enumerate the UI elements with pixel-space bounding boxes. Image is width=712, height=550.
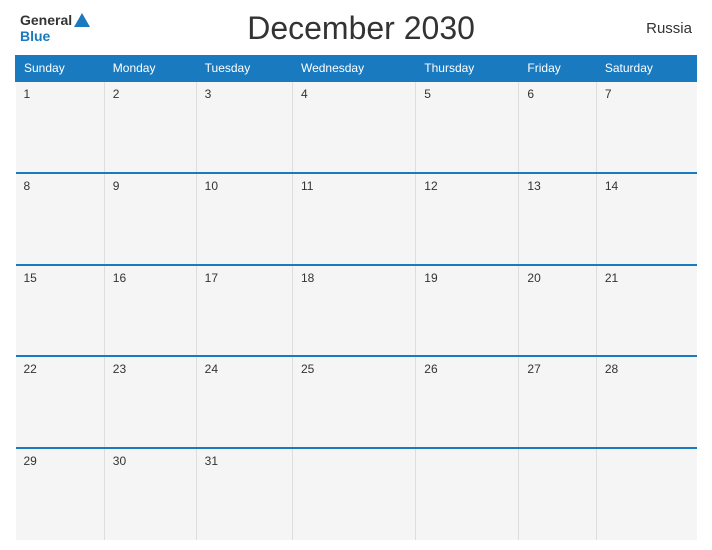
country-label: Russia (632, 20, 692, 37)
table-row: 8 9 10 11 12 13 14 (16, 173, 697, 265)
header-friday: Friday (519, 56, 596, 82)
day-cell (519, 448, 596, 540)
header-tuesday: Tuesday (196, 56, 292, 82)
table-row: 29 30 31 (16, 448, 697, 540)
day-cell: 30 (104, 448, 196, 540)
header-sunday: Sunday (16, 56, 105, 82)
day-cell (292, 448, 415, 540)
day-cell: 31 (196, 448, 292, 540)
day-cell: 9 (104, 173, 196, 265)
header-saturday: Saturday (596, 56, 696, 82)
day-cell: 14 (596, 173, 696, 265)
logo: General Blue (20, 13, 90, 44)
table-row: 15 16 17 18 19 20 21 (16, 265, 697, 357)
day-cell: 18 (292, 265, 415, 357)
day-cell: 5 (416, 81, 519, 173)
day-cell: 3 (196, 81, 292, 173)
day-cell: 6 (519, 81, 596, 173)
month-title: December 2030 (247, 10, 475, 47)
day-cell: 7 (596, 81, 696, 173)
logo-general: General (20, 13, 72, 28)
weekday-header-row: Sunday Monday Tuesday Wednesday Thursday… (16, 56, 697, 82)
table-row: 1 2 3 4 5 6 7 (16, 81, 697, 173)
calendar-table: Sunday Monday Tuesday Wednesday Thursday… (15, 55, 697, 540)
day-cell (596, 448, 696, 540)
day-cell: 28 (596, 356, 696, 448)
day-cell: 4 (292, 81, 415, 173)
logo-triangle-icon (74, 13, 90, 27)
day-cell: 26 (416, 356, 519, 448)
day-cell: 13 (519, 173, 596, 265)
table-row: 22 23 24 25 26 27 28 (16, 356, 697, 448)
day-cell: 16 (104, 265, 196, 357)
day-cell: 21 (596, 265, 696, 357)
header-monday: Monday (104, 56, 196, 82)
day-cell: 24 (196, 356, 292, 448)
day-cell: 23 (104, 356, 196, 448)
logo-blue: Blue (20, 29, 50, 44)
day-cell: 20 (519, 265, 596, 357)
day-cell: 2 (104, 81, 196, 173)
day-cell: 17 (196, 265, 292, 357)
day-cell: 29 (16, 448, 105, 540)
calendar-container: General Blue December 2030 Russia Sunday… (0, 0, 712, 550)
day-cell: 19 (416, 265, 519, 357)
day-cell: 11 (292, 173, 415, 265)
day-cell: 25 (292, 356, 415, 448)
day-cell: 1 (16, 81, 105, 173)
header-thursday: Thursday (416, 56, 519, 82)
day-cell: 10 (196, 173, 292, 265)
day-cell: 22 (16, 356, 105, 448)
day-cell (416, 448, 519, 540)
day-cell: 8 (16, 173, 105, 265)
day-cell: 12 (416, 173, 519, 265)
calendar-header: General Blue December 2030 Russia (15, 10, 697, 47)
header-wednesday: Wednesday (292, 56, 415, 82)
day-cell: 15 (16, 265, 105, 357)
day-cell: 27 (519, 356, 596, 448)
